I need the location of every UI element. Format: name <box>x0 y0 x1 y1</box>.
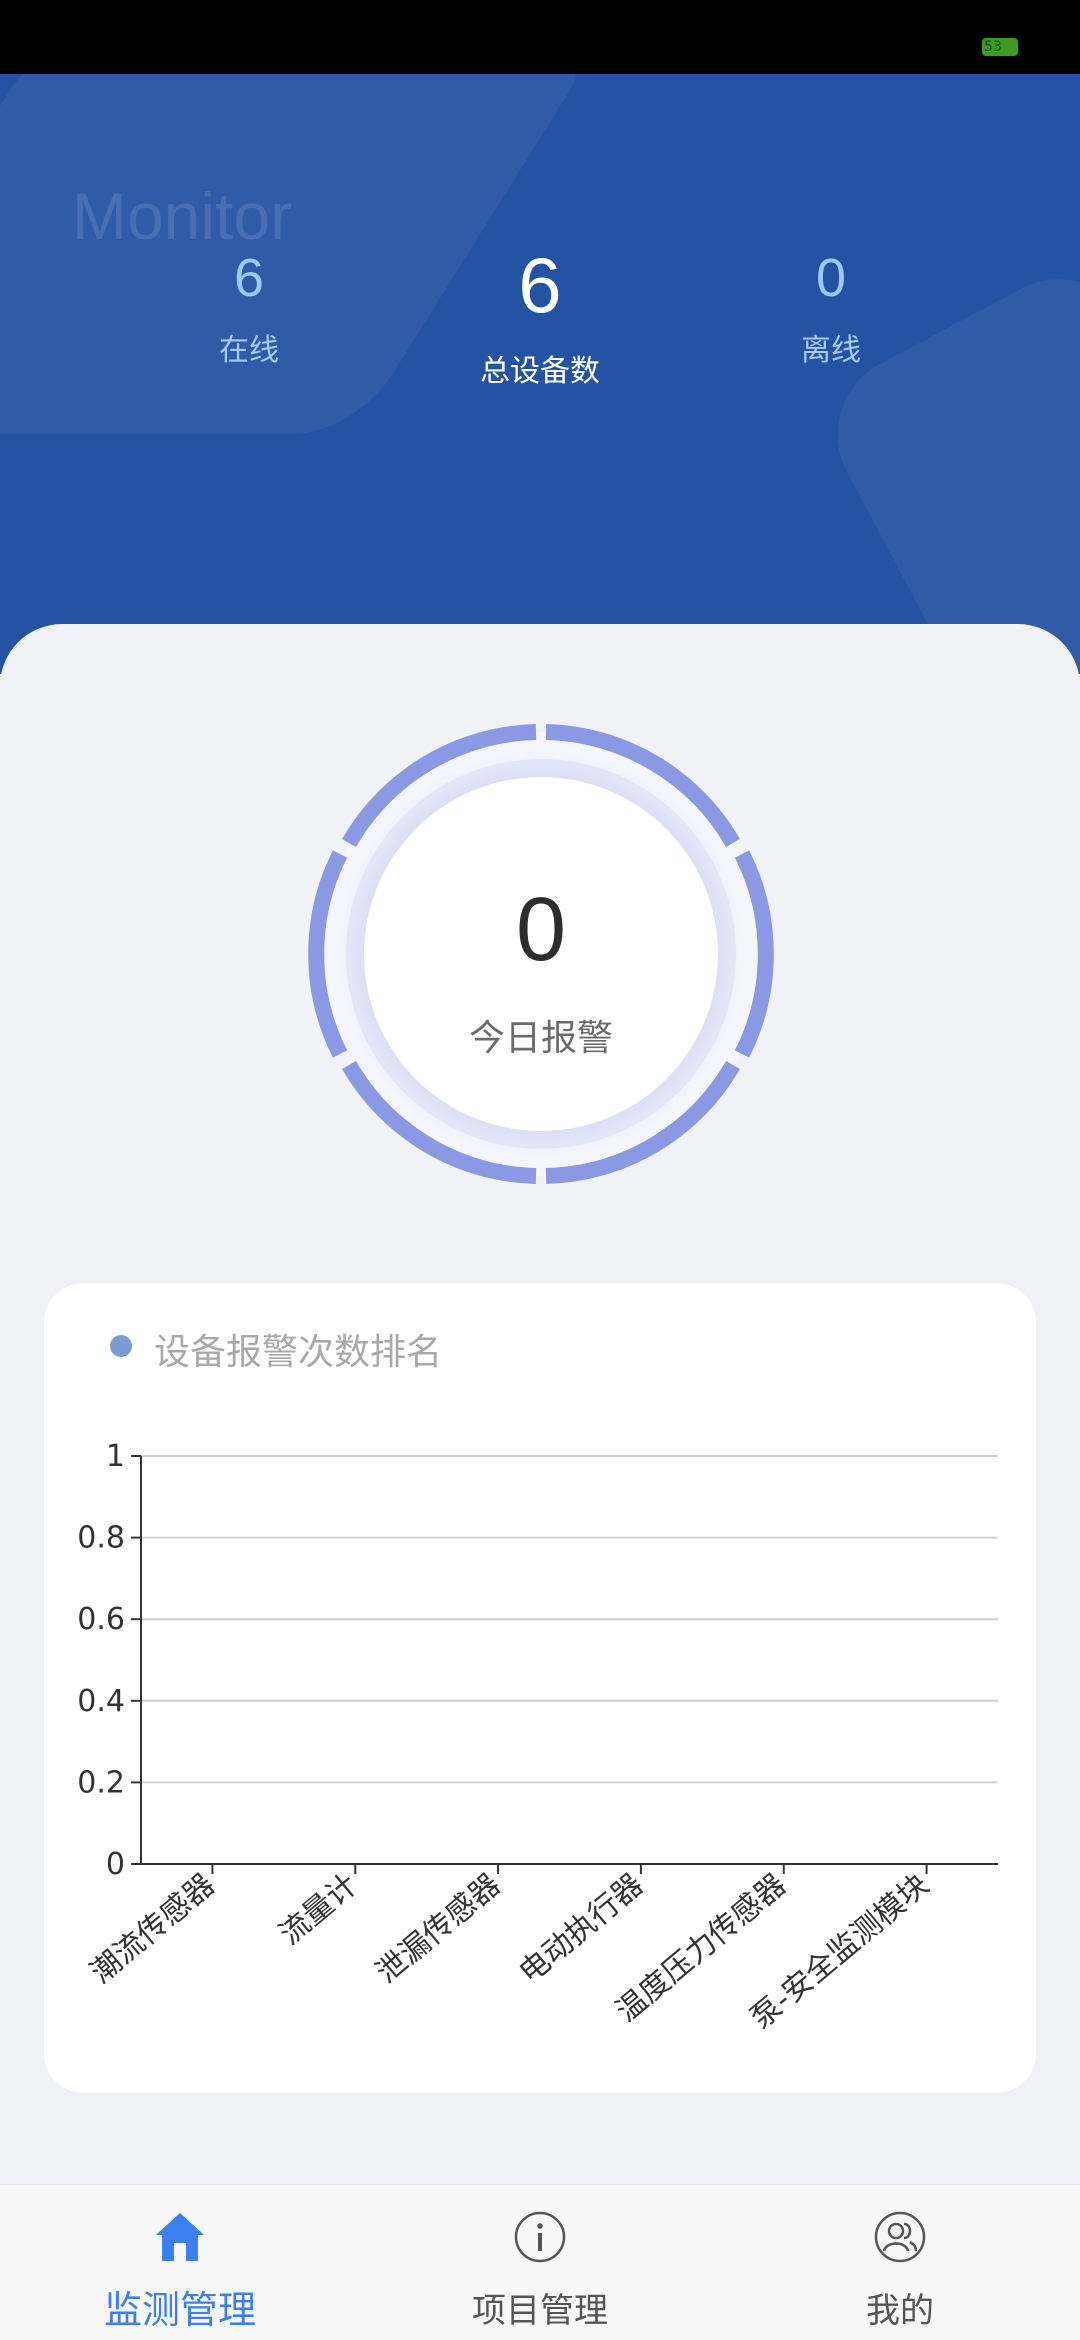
y-tick-label: 0.6 <box>77 1602 125 1637</box>
stat-offline-value: 0 <box>815 248 847 308</box>
tab-mine[interactable]: 我的 <box>720 2185 1080 2340</box>
stat-total-value: 6 <box>518 241 562 329</box>
alarm-label: 今日报警 <box>468 1018 613 1059</box>
x-tick-label: 流量计 <box>273 1867 364 1952</box>
tab-projects[interactable]: 项目管理 <box>360 2185 720 2340</box>
x-tick-label: 泄漏传感器 <box>370 1867 507 1990</box>
ranking-chart: 00.20.40.60.81潮流传感器 流量计 泄漏传感器 电动执行器温度压力传感器泵… <box>77 1439 998 2036</box>
y-tick-label: 1 <box>106 1439 125 1474</box>
status-bar: 53 <box>0 0 1080 74</box>
alarm-ring: 0 今日报警 <box>297 710 785 1198</box>
alarm-count: 0 <box>515 880 567 980</box>
x-tick-label: 电动执行器 <box>513 1867 650 1990</box>
stat-online-label: 在线 <box>219 332 279 368</box>
stat-offline: 0 离线 <box>681 246 981 369</box>
tab-mine-label: 我的 <box>866 2291 934 2331</box>
y-tick-label: 0.4 <box>77 1684 125 1719</box>
y-tick-label: 0.8 <box>77 1521 125 1556</box>
info-icon <box>514 2211 566 2263</box>
alarm-center: 0 今日报警 <box>364 777 718 1131</box>
x-tick-label: 潮流传感器 <box>84 1867 221 1990</box>
tab-monitoring[interactable]: 监测管理 <box>0 2185 360 2340</box>
stat-online: 6 在线 <box>99 246 399 369</box>
user-icon <box>874 2211 926 2263</box>
y-tick-label: 0.2 <box>77 1765 125 1800</box>
home-icon <box>156 2213 204 2261</box>
stat-total: 6 总设备数 <box>390 246 690 390</box>
battery-icon: 53 <box>982 38 1018 56</box>
tab-monitoring-label: 监测管理 <box>103 2288 256 2332</box>
alarm-ranking-card: 设备报警次数排名 0 0.2 0.4 0.6 0.8 1 潮流传感器 流量计 泄漏传感器 电动执行… <box>44 1283 1036 2093</box>
y-tick-label: 0 <box>106 1847 125 1882</box>
tab-projects-label: 项目管理 <box>472 2291 608 2331</box>
monitor-watermark: Monitor <box>72 179 293 253</box>
stat-online-value: 6 <box>233 248 265 308</box>
stat-total-label: 总设备数 <box>480 354 600 389</box>
tab-bar: 监测管理 项目管理 我的 <box>0 2184 1080 2340</box>
stat-offline-label: 离线 <box>801 332 861 368</box>
